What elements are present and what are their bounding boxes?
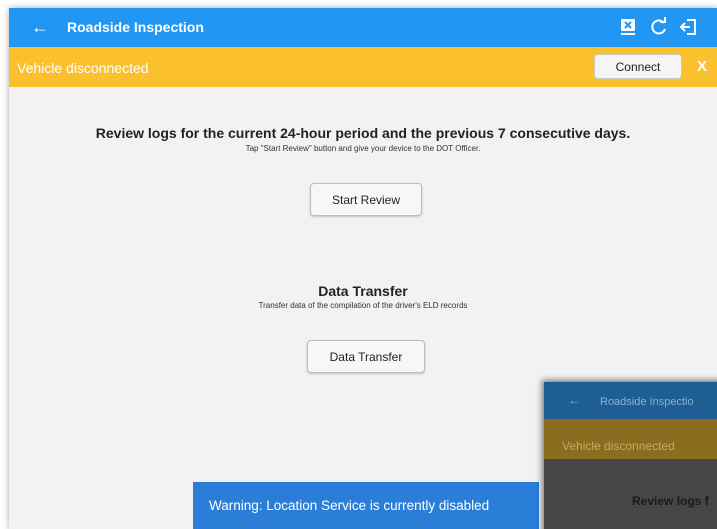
- app-bar: ← Roadside Inspection: [9, 8, 717, 47]
- preview-title: Roadside Inspectio: [600, 396, 694, 408]
- app-preview-overlay: ← Roadside Inspectio Vehicle disconnecte…: [544, 382, 717, 529]
- preview-arrow-left-icon: ←: [568, 393, 580, 407]
- logout-icon[interactable]: [679, 17, 699, 37]
- connect-button[interactable]: Connect: [594, 54, 682, 79]
- start-review-button[interactable]: Start Review: [310, 183, 422, 216]
- toast-message: Warning: Location Service is currently d…: [209, 498, 490, 513]
- preview-banner: Vehicle disconnected: [544, 419, 717, 459]
- app-title: Roadside Inspection: [67, 19, 204, 35]
- review-subtext: Tap "Start Review" button and give your …: [245, 144, 481, 153]
- arrow-left-icon[interactable]: ←: [31, 17, 49, 37]
- data-transfer-heading: Data Transfer: [318, 283, 408, 299]
- preview-app-bar: ← Roadside Inspectio: [544, 382, 717, 419]
- app-screen: ← Roadside Inspection Vehicle disconnect…: [9, 8, 717, 529]
- preview-banner-text: Vehicle disconnected: [562, 439, 675, 453]
- device-disconnect-icon[interactable]: [618, 17, 638, 37]
- review-heading: Review logs for the current 24-hour peri…: [95, 125, 631, 141]
- connection-banner: Vehicle disconnected Connect X: [9, 47, 717, 87]
- close-banner-button[interactable]: X: [697, 58, 707, 75]
- connection-status-text: Vehicle disconnected: [17, 60, 149, 76]
- preview-body-text: Review logs f: [632, 494, 709, 508]
- refresh-icon[interactable]: [649, 17, 669, 37]
- location-warning-toast: Warning: Location Service is currently d…: [193, 482, 539, 529]
- data-transfer-button[interactable]: Data Transfer: [307, 340, 425, 373]
- data-transfer-subtext: Transfer data of the compilation of the …: [258, 301, 468, 310]
